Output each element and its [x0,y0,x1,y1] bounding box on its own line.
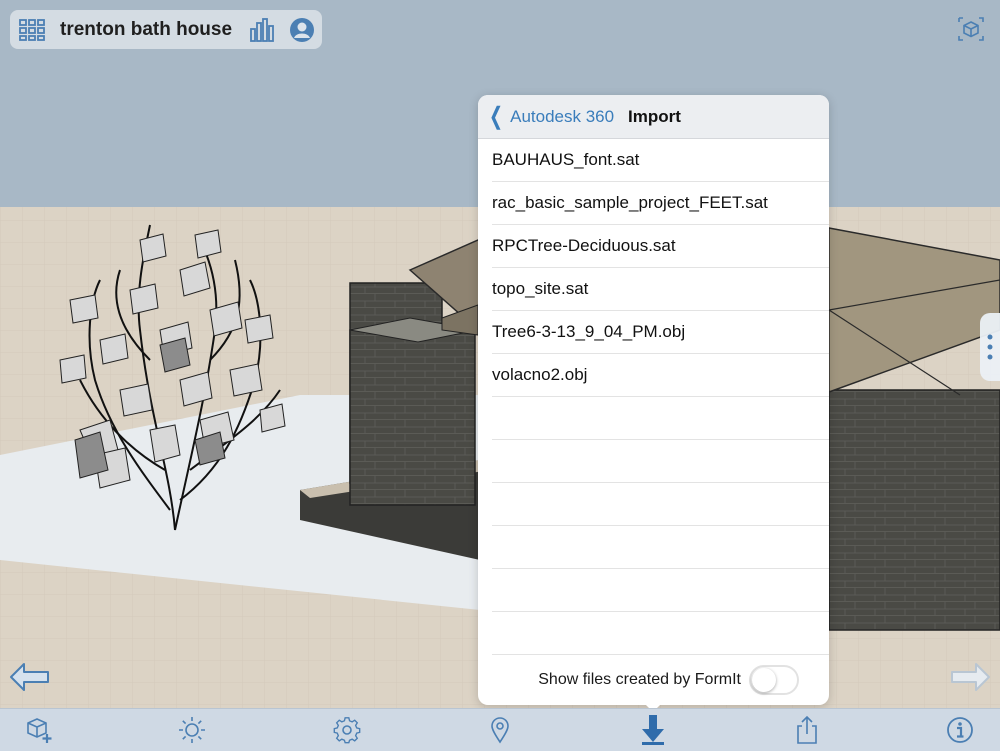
side-panel-handle[interactable] [980,313,1000,381]
more-vertical-icon [987,334,993,360]
undo-arrow-icon [10,663,49,691]
import-icon[interactable] [636,713,670,747]
chart-icon[interactable] [242,10,282,49]
file-item[interactable]: rac_basic_sample_project_FEET.sat [492,182,829,225]
file-item[interactable]: topo_site.sat [492,268,829,311]
file-list: BAUHAUS_font.sat rac_basic_sample_projec… [478,139,829,655]
undo-button[interactable] [8,660,52,694]
project-title: trenton bath house [60,18,233,40]
import-popover: ❮ Autodesk 360 Import BAUHAUS_font.sat r… [478,95,829,705]
file-item[interactable]: BAUHAUS_font.sat [492,139,829,182]
empty-row [492,526,829,569]
show-formit-files-label: Show files created by FormIt [538,671,741,688]
show-formit-files-toggle[interactable] [749,665,799,695]
empty-row [492,440,829,483]
file-item[interactable]: Tree6-3-13_9_04_PM.obj [492,311,829,354]
empty-row [492,569,829,612]
info-icon[interactable] [943,713,977,747]
popover-title: Import [628,107,681,126]
empty-row [492,483,829,526]
share-icon[interactable] [790,713,824,747]
back-button[interactable]: ❮ Autodesk 360 [486,95,614,138]
sun-icon[interactable] [175,713,209,747]
file-item[interactable]: RPCTree-Deciduous.sat [492,225,829,268]
grid-icon[interactable] [10,10,54,49]
back-label: Autodesk 360 [510,106,615,126]
location-pin-icon[interactable] [483,713,517,747]
empty-row [492,612,829,655]
bottom-toolbar [0,708,1000,751]
popover-header: ❮ Autodesk 360 Import [478,95,829,139]
add-object-icon[interactable] [22,713,56,747]
settings-icon[interactable] [330,713,364,747]
empty-row [492,397,829,440]
user-profile-icon[interactable] [282,10,322,49]
file-item[interactable]: volacno2.obj [492,354,829,397]
project-header: trenton bath house [10,10,322,49]
popover-footer: Show files created by FormIt [478,655,829,705]
chevron-left-icon: ❮ [489,102,504,130]
redo-button[interactable] [948,660,992,694]
toggle-knob [752,668,776,692]
view-cube-icon[interactable] [954,14,988,44]
redo-arrow-icon [951,663,990,691]
